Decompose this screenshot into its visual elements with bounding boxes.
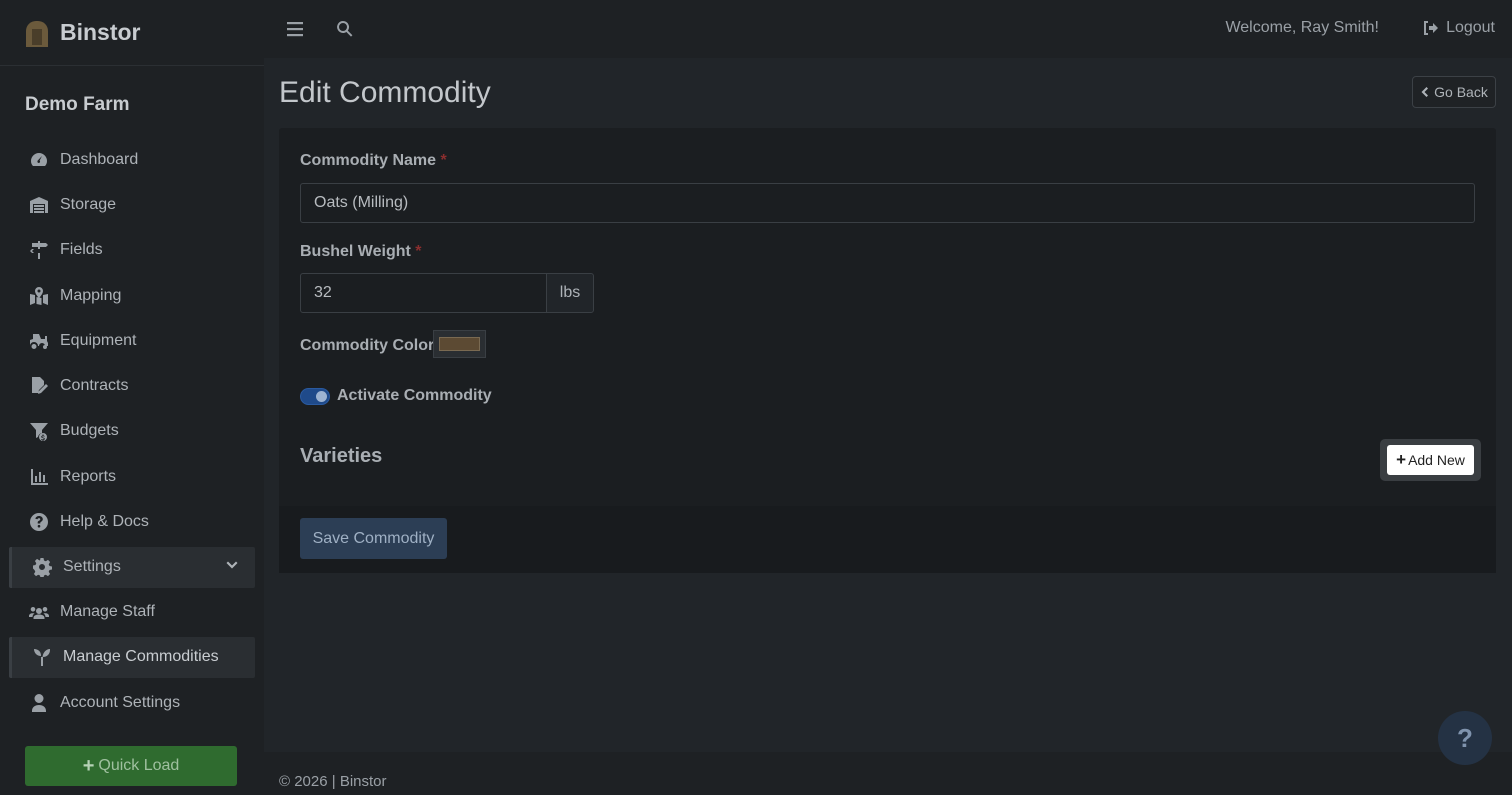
bushel-weight-label: Bushel Weight * [300,243,422,261]
sidebar-item-label: Fields [60,241,103,259]
sidebar-item-label: Manage Commodities [63,648,219,666]
sidebar-item-settings[interactable]: Settings [9,546,255,588]
color-swatch-fill [439,337,480,351]
commodity-name-label: Commodity Name * [300,152,447,170]
signpost-icon [28,240,50,260]
sidebar-item-label: Budgets [60,422,119,440]
varieties-heading: Varieties [300,445,383,467]
sidebar-nav: Dashboard Storage Fields Mapping Equipme… [0,137,264,725]
seedling-icon [31,647,53,667]
commodity-name-label-text: Commodity Name [300,152,437,169]
sidebar-item-label: Contracts [60,377,129,395]
topbar: Welcome, Ray Smith! Logout [264,0,1512,58]
file-signature-icon [28,376,50,396]
sidebar-item-fields[interactable]: Fields [0,228,264,273]
sidebar-item-label: Account Settings [60,693,181,711]
sidebar-item-storage[interactable]: Storage [0,182,264,227]
commodity-color-picker[interactable] [433,330,486,358]
sidebar-item-label: Reports [60,467,117,485]
question-circle-icon [28,512,50,532]
required-marker: * [440,152,447,169]
sidebar-item-label: Mapping [60,286,122,304]
welcome-text: Welcome, Ray Smith! [1225,19,1379,36]
logout-link[interactable]: Logout [1422,19,1495,37]
page-footer: © 2026 | Binstor [264,752,1512,795]
card-footer [279,506,1496,573]
chart-bar-icon [28,467,50,487]
chevron-left-icon [1421,87,1429,97]
sidebar-item-account-settings[interactable]: Account Settings [0,680,264,725]
sign-out-icon [1424,21,1439,35]
quick-load-label: Quick Load [98,757,180,774]
sidebar-item-dashboard[interactable]: Dashboard [0,137,264,182]
brand-name: Binstor [60,19,141,45]
page-title: Edit Commodity [279,76,491,109]
sidebar-item-equipment[interactable]: Equipment [0,318,264,363]
add-new-label: Add New [1408,452,1465,468]
sidebar-item-label: Dashboard [60,150,139,168]
sidebar-item-label: Equipment [60,331,137,349]
sidebar-item-manage-commodities[interactable]: Manage Commodities [9,636,255,678]
quick-load-button[interactable]: + Quick Load [25,746,237,786]
user-icon [28,693,50,713]
edit-commodity-card: Commodity Name * Oats (Milling) Bushel W… [279,128,1496,573]
activate-commodity-label: Activate Commodity [337,387,492,404]
map-icon [28,286,50,306]
farm-name: Demo Farm [25,94,130,115]
warehouse-icon [28,195,50,215]
commodity-color-label: Commodity Color [300,337,435,354]
save-commodity-button[interactable]: Save Commodity [300,518,447,559]
plus-icon: + [82,754,95,777]
gear-icon [31,557,53,578]
sidebar-item-label: Storage [60,195,117,213]
sidebar-item-contracts[interactable]: Contracts [0,363,264,408]
tractor-icon [28,331,50,351]
sidebar-item-help-docs[interactable]: Help & Docs [0,499,264,544]
sidebar-item-reports[interactable]: Reports [0,454,264,499]
go-back-button[interactable]: Go Back [1412,76,1496,108]
go-back-label: Go Back [1434,84,1488,100]
sidebar-item-label: Settings [63,558,121,576]
sidebar-item-budgets[interactable]: Budgets [0,409,264,454]
sidebar-item-label: Help & Docs [60,513,149,531]
sidebar-item-label: Manage Staff [60,603,155,621]
logout-label: Logout [1446,19,1495,36]
sidebar-item-mapping[interactable]: Mapping [0,273,264,318]
bushel-weight-unit: lbs [546,273,594,313]
funnel-dollar-icon [28,421,50,442]
help-fab-button[interactable]: ? [1438,711,1492,765]
activate-commodity-toggle[interactable] [300,388,330,405]
commodity-name-input[interactable]: Oats (Milling) [300,183,1475,223]
footer-text: © 2026 | Binstor [279,773,387,790]
chevron-down-icon [225,559,239,573]
silo-logo-icon [22,17,52,49]
users-icon [28,602,50,622]
gauge-icon [28,150,50,170]
toggle-knob [316,391,327,402]
bushel-weight-input[interactable]: 32 [300,273,547,313]
sidebar: Binstor Demo Farm Dashboard Storage Fiel… [0,0,264,795]
bushel-weight-label-text: Bushel Weight [300,243,411,260]
add-new-variety-button[interactable]: + Add New [1387,445,1474,475]
menu-toggle-icon[interactable] [286,18,304,40]
add-new-focus-ring: + Add New [1380,439,1481,481]
sidebar-item-manage-staff[interactable]: Manage Staff [0,590,264,635]
required-marker: * [415,243,422,260]
brand[interactable]: Binstor [0,0,264,66]
search-icon[interactable] [335,18,355,40]
plus-icon: + [1396,450,1407,469]
